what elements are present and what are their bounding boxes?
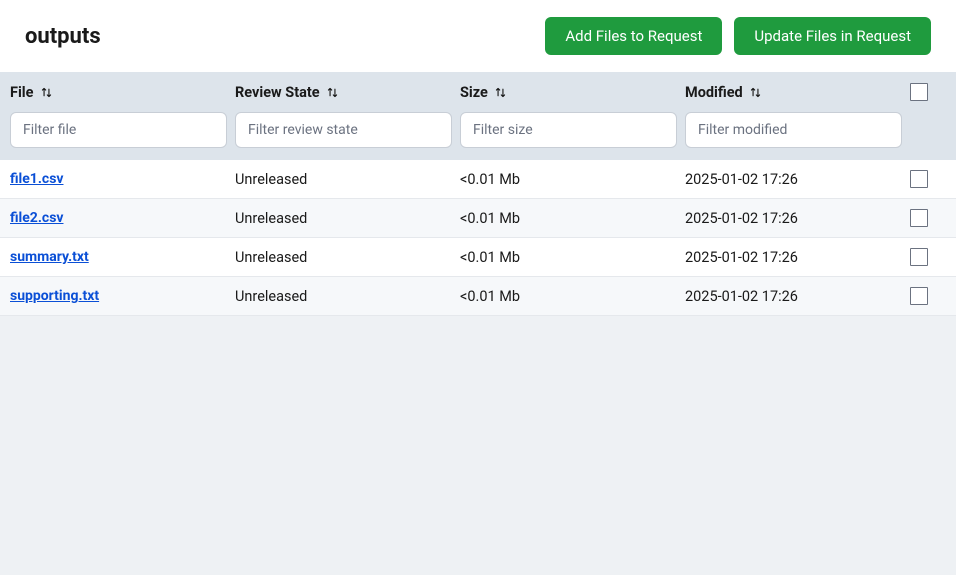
size-cell: <0.01 Mb xyxy=(460,288,520,305)
table-row: supporting.txt Unreleased <0.01 Mb 2025-… xyxy=(0,277,956,316)
select-all-checkbox[interactable] xyxy=(910,83,928,101)
table-row: summary.txt Unreleased <0.01 Mb 2025-01-… xyxy=(0,238,956,277)
size-cell: <0.01 Mb xyxy=(460,249,520,266)
table-row: file1.csv Unreleased <0.01 Mb 2025-01-02… xyxy=(0,160,956,199)
modified-cell: 2025-01-02 17:26 xyxy=(685,249,798,266)
filter-modified-input[interactable] xyxy=(685,112,902,148)
table-row: file2.csv Unreleased <0.01 Mb 2025-01-02… xyxy=(0,199,956,238)
column-header-review-state[interactable]: Review State xyxy=(235,84,456,101)
file-link[interactable]: supporting.txt xyxy=(10,288,99,304)
filter-row xyxy=(0,112,956,160)
review-state-cell: Unreleased xyxy=(235,171,307,188)
column-header-file[interactable]: File xyxy=(10,84,231,101)
page-title: outputs xyxy=(25,24,101,49)
column-header-review-label: Review State xyxy=(235,84,320,101)
review-state-cell: Unreleased xyxy=(235,210,307,227)
update-files-button[interactable]: Update Files in Request xyxy=(734,17,931,55)
file-link[interactable]: file1.csv xyxy=(10,171,63,187)
size-cell: <0.01 Mb xyxy=(460,210,520,227)
review-state-cell: Unreleased xyxy=(235,249,307,266)
row-checkbox[interactable] xyxy=(910,209,928,227)
column-header-size-label: Size xyxy=(460,84,488,101)
row-checkbox[interactable] xyxy=(910,170,928,188)
row-checkbox[interactable] xyxy=(910,287,928,305)
column-header-modified-label: Modified xyxy=(685,84,743,101)
sort-icon xyxy=(326,85,340,99)
size-cell: <0.01 Mb xyxy=(460,171,520,188)
sort-icon xyxy=(494,85,508,99)
row-checkbox[interactable] xyxy=(910,248,928,266)
column-header-size[interactable]: Size xyxy=(460,84,681,101)
page-header: outputs Add Files to Request Update File… xyxy=(0,0,956,72)
table-header-row: File Review State Size xyxy=(0,72,956,112)
header-actions: Add Files to Request Update Files in Req… xyxy=(545,17,931,55)
modified-cell: 2025-01-02 17:26 xyxy=(685,171,798,188)
modified-cell: 2025-01-02 17:26 xyxy=(685,210,798,227)
sort-icon xyxy=(749,85,763,99)
add-files-button[interactable]: Add Files to Request xyxy=(545,17,722,55)
modified-cell: 2025-01-02 17:26 xyxy=(685,288,798,305)
sort-icon xyxy=(39,85,53,99)
column-header-modified[interactable]: Modified xyxy=(685,84,906,101)
file-link[interactable]: file2.csv xyxy=(10,210,63,226)
review-state-cell: Unreleased xyxy=(235,288,307,305)
filter-review-input[interactable] xyxy=(235,112,452,148)
filter-size-input[interactable] xyxy=(460,112,677,148)
filter-file-input[interactable] xyxy=(10,112,227,148)
column-header-file-label: File xyxy=(10,84,33,101)
file-link[interactable]: summary.txt xyxy=(10,249,89,265)
